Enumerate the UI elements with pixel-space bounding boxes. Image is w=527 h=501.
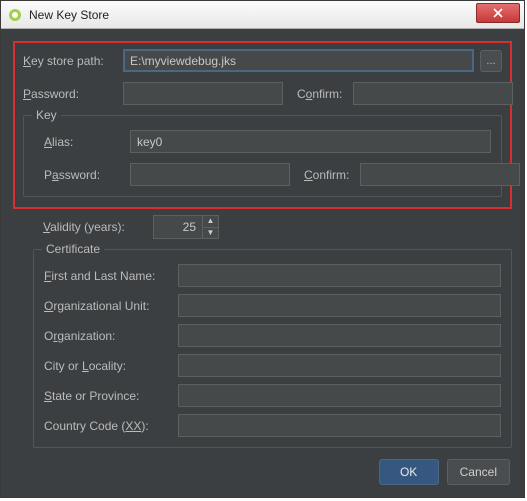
keystore-password-label: Password:: [23, 87, 123, 101]
cancel-button[interactable]: Cancel: [447, 459, 510, 485]
city-label: City or Locality:: [44, 359, 178, 373]
alias-label: Alias:: [44, 135, 130, 149]
certificate-group-title: Certificate: [42, 242, 104, 256]
state-input[interactable]: [178, 384, 501, 407]
org-input[interactable]: [178, 324, 501, 347]
close-button[interactable]: [476, 3, 520, 23]
browse-button[interactable]: ...: [480, 50, 502, 72]
validity-label: Validity (years):: [43, 220, 153, 234]
key-password-input[interactable]: [130, 163, 290, 186]
spinner-up-icon[interactable]: ▲: [203, 216, 218, 228]
city-input[interactable]: [178, 354, 501, 377]
button-bar: OK Cancel: [379, 459, 510, 485]
titlebar[interactable]: New Key Store: [1, 1, 524, 29]
country-label: Country Code (XX):: [44, 419, 178, 433]
state-label: State or Province:: [44, 389, 178, 403]
dialog-window: New Key Store Key store path: ... Passwo…: [0, 0, 525, 498]
dialog-content: Key store path: ... Password: Confirm: K…: [1, 29, 524, 497]
app-icon: [7, 7, 23, 23]
first-last-label: First and Last Name:: [44, 269, 178, 283]
keystore-path-label: Key store path:: [23, 54, 123, 68]
ok-button[interactable]: OK: [379, 459, 439, 485]
keystore-confirm-label: Confirm:: [297, 87, 353, 101]
key-confirm-input[interactable]: [360, 163, 520, 186]
key-confirm-label: Confirm:: [304, 168, 360, 182]
country-input[interactable]: [178, 414, 501, 437]
key-group-title: Key: [32, 108, 61, 122]
keystore-confirm-input[interactable]: [353, 82, 513, 105]
org-unit-input[interactable]: [178, 294, 501, 317]
keystore-password-input[interactable]: [123, 82, 283, 105]
window-title: New Key Store: [29, 8, 476, 22]
close-icon: [493, 8, 503, 18]
highlight-region: Key store path: ... Password: Confirm: K…: [13, 41, 512, 209]
validity-input[interactable]: [154, 216, 202, 238]
first-last-input[interactable]: [178, 264, 501, 287]
key-group: Key Alias: Password: Confirm:: [23, 115, 502, 197]
keystore-path-input[interactable]: [123, 49, 474, 72]
validity-spinner[interactable]: ▲ ▼: [153, 215, 219, 239]
spinner-down-icon[interactable]: ▼: [203, 228, 218, 239]
org-unit-label: Organizational Unit:: [44, 299, 178, 313]
alias-input[interactable]: [130, 130, 491, 153]
key-password-label: Password:: [44, 168, 130, 182]
certificate-group: Certificate First and Last Name: Organiz…: [33, 249, 512, 448]
org-label: Organization:: [44, 329, 178, 343]
